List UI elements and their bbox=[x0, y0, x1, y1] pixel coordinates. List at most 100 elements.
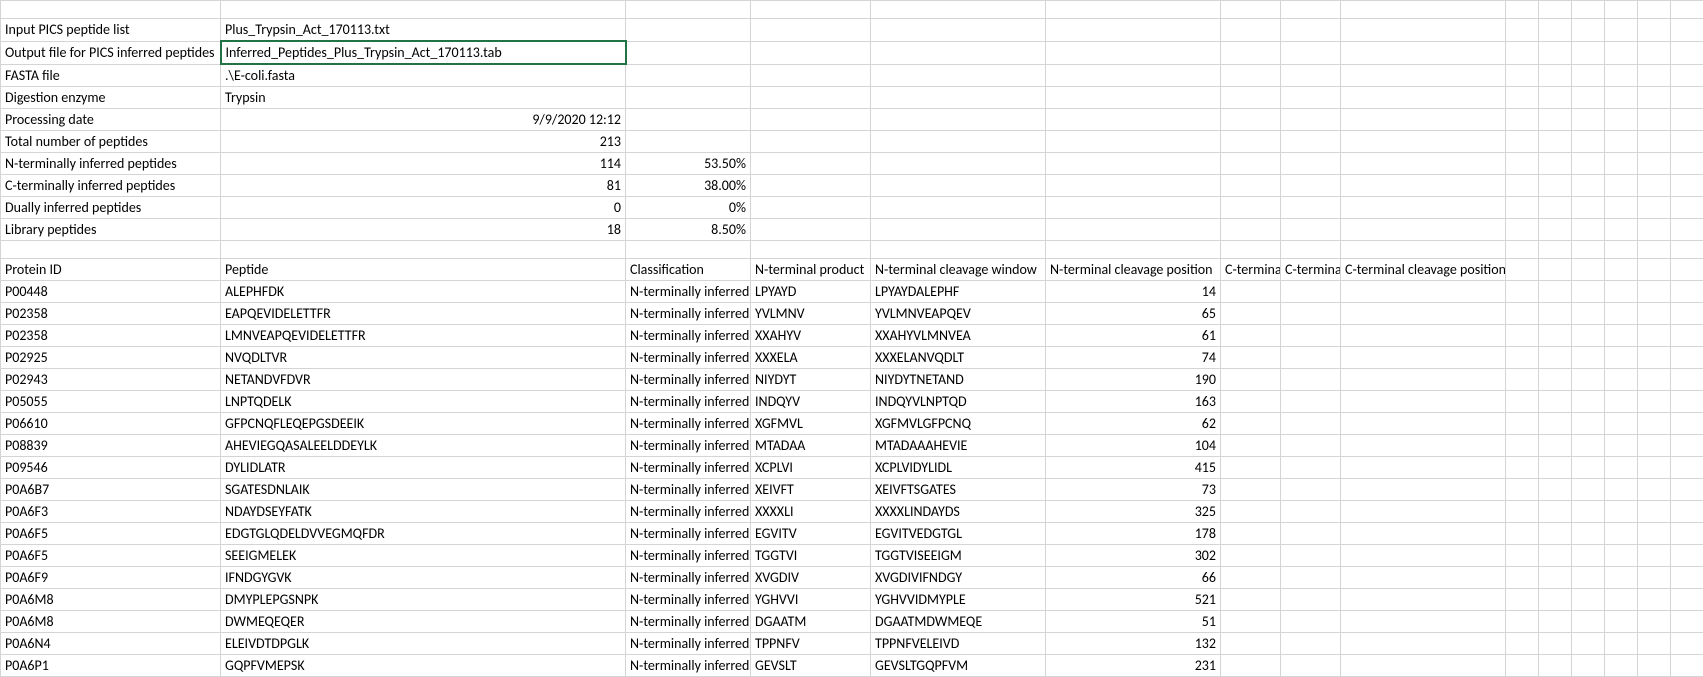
cell[interactable]: C-terminal cleavage position bbox=[1341, 259, 1506, 281]
cell[interactable] bbox=[871, 131, 1046, 153]
cell[interactable] bbox=[1221, 153, 1281, 175]
cell[interactable] bbox=[1341, 325, 1506, 347]
cell[interactable] bbox=[1341, 153, 1506, 175]
cell[interactable]: .\E-coli.fasta bbox=[221, 64, 626, 87]
cell[interactable] bbox=[1671, 611, 1703, 633]
cell[interactable] bbox=[1281, 523, 1341, 545]
cell[interactable]: XEIVFTSGATES bbox=[871, 479, 1046, 501]
cell[interactable]: N-terminally inferred bbox=[626, 391, 751, 413]
cell[interactable] bbox=[1572, 435, 1605, 457]
cell[interactable] bbox=[1506, 633, 1539, 655]
cell[interactable] bbox=[1671, 391, 1703, 413]
cell[interactable] bbox=[1572, 109, 1605, 131]
cell[interactable] bbox=[1281, 131, 1341, 153]
cell[interactable] bbox=[1539, 479, 1572, 501]
cell[interactable] bbox=[1671, 479, 1703, 501]
cell[interactable] bbox=[1506, 391, 1539, 413]
cell[interactable] bbox=[751, 153, 871, 175]
cell[interactable] bbox=[1572, 131, 1605, 153]
cell[interactable] bbox=[1572, 611, 1605, 633]
cell[interactable]: P08839 bbox=[1, 435, 221, 457]
cell[interactable] bbox=[1671, 153, 1703, 175]
cell[interactable] bbox=[1539, 655, 1572, 677]
cell[interactable] bbox=[1671, 545, 1703, 567]
cell[interactable]: 231 bbox=[1046, 655, 1221, 677]
cell[interactable] bbox=[1046, 64, 1221, 87]
cell[interactable]: P02943 bbox=[1, 369, 221, 391]
cell[interactable] bbox=[1638, 347, 1671, 369]
cell[interactable] bbox=[1605, 303, 1638, 325]
cell[interactable]: N-terminal cleavage position bbox=[1046, 259, 1221, 281]
cell[interactable] bbox=[1221, 501, 1281, 523]
cell[interactable]: 132 bbox=[1046, 633, 1221, 655]
cell[interactable] bbox=[1605, 153, 1638, 175]
cell[interactable]: C-termina bbox=[1221, 259, 1281, 281]
cell[interactable]: 38.00% bbox=[626, 175, 751, 197]
cell[interactable]: 81 bbox=[221, 175, 626, 197]
cell[interactable] bbox=[1341, 545, 1506, 567]
cell[interactable] bbox=[1605, 369, 1638, 391]
cell[interactable]: 66 bbox=[1046, 567, 1221, 589]
cell[interactable] bbox=[1341, 435, 1506, 457]
cell[interactable]: Dually inferred peptides bbox=[1, 197, 221, 219]
cell[interactable]: XVGDIVIFNDGY bbox=[871, 567, 1046, 589]
cell[interactable]: DGAATMDWMEQE bbox=[871, 611, 1046, 633]
cell[interactable] bbox=[1605, 501, 1638, 523]
cell[interactable]: N-terminally inferred bbox=[626, 413, 751, 435]
cell[interactable] bbox=[1506, 19, 1539, 42]
cell[interactable]: P09546 bbox=[1, 457, 221, 479]
cell[interactable] bbox=[1506, 457, 1539, 479]
cell[interactable] bbox=[1221, 347, 1281, 369]
cell[interactable] bbox=[1638, 219, 1671, 241]
cell[interactable] bbox=[626, 87, 751, 109]
cell[interactable] bbox=[751, 109, 871, 131]
cell[interactable] bbox=[1281, 611, 1341, 633]
cell[interactable] bbox=[751, 197, 871, 219]
cell[interactable]: XCPLVIDYLIDL bbox=[871, 457, 1046, 479]
cell[interactable] bbox=[1281, 109, 1341, 131]
cell[interactable] bbox=[1506, 241, 1539, 259]
cell[interactable] bbox=[1572, 241, 1605, 259]
cell[interactable]: NIYDYT bbox=[751, 369, 871, 391]
cell[interactable]: N-terminally inferred bbox=[626, 655, 751, 677]
cell[interactable] bbox=[1638, 41, 1671, 64]
cell[interactable] bbox=[1281, 413, 1341, 435]
cell[interactable] bbox=[1341, 479, 1506, 501]
cell[interactable] bbox=[1572, 64, 1605, 87]
cell[interactable] bbox=[1671, 109, 1703, 131]
cell[interactable] bbox=[1046, 197, 1221, 219]
cell[interactable]: DWMEQEQER bbox=[221, 611, 626, 633]
cell[interactable] bbox=[1221, 109, 1281, 131]
cell[interactable] bbox=[1671, 175, 1703, 197]
cell[interactable]: FASTA file bbox=[1, 64, 221, 87]
cell[interactable] bbox=[1572, 347, 1605, 369]
cell[interactable]: 53.50% bbox=[626, 153, 751, 175]
cell[interactable]: IFNDGYGVK bbox=[221, 567, 626, 589]
cell[interactable]: N-terminally inferred bbox=[626, 435, 751, 457]
cell[interactable] bbox=[1506, 523, 1539, 545]
cell[interactable] bbox=[1046, 41, 1221, 64]
cell[interactable] bbox=[751, 1, 871, 19]
cell[interactable] bbox=[1341, 589, 1506, 611]
cell[interactable] bbox=[1341, 1, 1506, 19]
spreadsheet-grid[interactable]: Input PICS peptide listPlus_Trypsin_Act_… bbox=[0, 0, 1703, 677]
cell[interactable] bbox=[1605, 259, 1638, 281]
cell[interactable]: N-terminally inferred bbox=[626, 633, 751, 655]
cell[interactable] bbox=[1281, 501, 1341, 523]
cell[interactable] bbox=[1572, 479, 1605, 501]
cell[interactable] bbox=[1221, 633, 1281, 655]
cell[interactable] bbox=[1572, 391, 1605, 413]
cell[interactable] bbox=[1281, 153, 1341, 175]
cell[interactable] bbox=[871, 41, 1046, 64]
cell[interactable]: N-terminally inferred bbox=[626, 303, 751, 325]
cell[interactable]: Processing date bbox=[1, 109, 221, 131]
cell[interactable] bbox=[1605, 87, 1638, 109]
cell[interactable]: 74 bbox=[1046, 347, 1221, 369]
cell[interactable] bbox=[221, 1, 626, 19]
cell[interactable] bbox=[1046, 1, 1221, 19]
cell[interactable]: P0A6F5 bbox=[1, 545, 221, 567]
cell[interactable] bbox=[1605, 589, 1638, 611]
cell[interactable] bbox=[1281, 325, 1341, 347]
cell[interactable]: P02925 bbox=[1, 347, 221, 369]
cell[interactable] bbox=[1221, 41, 1281, 64]
